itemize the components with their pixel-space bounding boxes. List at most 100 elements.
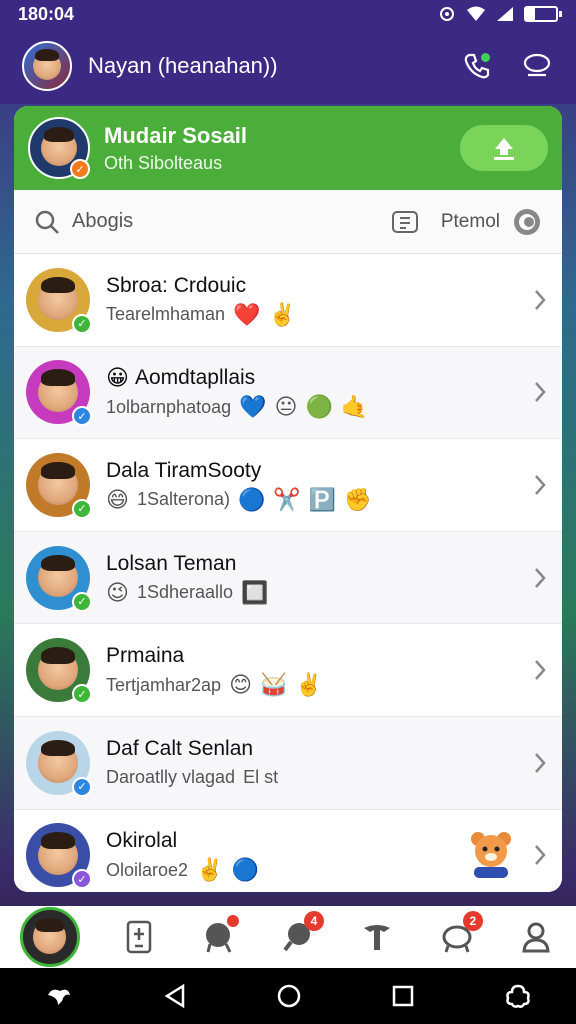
chats-notification-dot — [226, 915, 239, 927]
back-icon[interactable] — [163, 983, 187, 1009]
reaction-emoji-icon: 🔵 — [231, 857, 259, 883]
profile-avatar[interactable]: ✓ — [28, 117, 90, 179]
updates-badge: 2 — [462, 911, 483, 931]
chat-text: Sbroa: Crdouic Tearelmhaman ❤️ ✌️ — [106, 274, 524, 326]
bluetooth-icon — [440, 7, 454, 21]
chat-name: Daf Calt Senlan — [106, 737, 524, 761]
profile-subtitle: Oth Sibolteaus — [104, 152, 223, 173]
chat-avatar[interactable]: ✓ — [26, 638, 92, 705]
filter-label[interactable]: Ptemol — [441, 211, 500, 233]
chevron-right-icon[interactable] — [532, 843, 548, 867]
online-indicator — [481, 53, 490, 62]
status-icons — [438, 5, 562, 23]
chat-list-item[interactable]: ✓ Daf Calt Senlan Daroatlly vlagad El st — [14, 716, 562, 810]
chat-avatar[interactable]: ✓ — [26, 730, 92, 797]
verified-badge: ✓ — [72, 406, 92, 427]
nav-profile-avatar[interactable] — [19, 907, 80, 967]
chat-name: Dala TiramSooty — [106, 459, 524, 483]
chat-text: Okirolal Oloilaroe2 ✌️ 🔵 — [106, 829, 468, 881]
nav-discover[interactable] — [357, 917, 397, 957]
status-time: 180:04 — [18, 3, 75, 24]
chat-preview-text: 1Sdheraallo — [136, 582, 234, 603]
app-title: Nayan (heanahan)) — [88, 53, 278, 78]
chat-name: Sbroa: Crdouic — [106, 274, 524, 298]
chat-name-label: Dala TiramSooty — [106, 458, 262, 482]
chevron-right-icon[interactable] — [532, 473, 548, 497]
chat-list-item[interactable]: ✓ Okirolal Oloilaroe2 ✌️ 🔵 — [14, 809, 562, 892]
search-row: Abogis Ptemol — [14, 190, 562, 254]
preview-emoji-icon: 😄 — [106, 486, 129, 512]
profile-name: Mudair Sosail — [104, 122, 248, 148]
signal-icon — [497, 7, 513, 21]
nav-updates[interactable]: 2 — [437, 911, 483, 957]
upload-button[interactable] — [460, 125, 548, 171]
chat-name-label: Sbroa: Crdouic — [106, 273, 247, 297]
reaction-emoji-icon: 🔲 — [241, 579, 269, 605]
chevron-right-icon[interactable] — [532, 658, 548, 682]
chat-preview-suffix: El st — [243, 767, 279, 788]
home-icon[interactable] — [276, 983, 302, 1009]
nav-account[interactable] — [516, 917, 556, 957]
verified-badge: ✓ — [72, 313, 92, 334]
chat-preview: 😉 1Sdheraallo 🔲 — [106, 579, 524, 605]
chat-list-item[interactable]: ✓ Prmaina Tertjamhar2ap 😊 🥁 ✌️ — [14, 624, 562, 717]
profile-text: Mudair Sosail Oth Sibolteaus — [104, 123, 460, 174]
reaction-emoji-icon: ❤️ — [233, 301, 261, 327]
chat-preview: 1olbarnphatoag 💙 😐 🟢 🤙 — [106, 396, 524, 418]
nav-chats[interactable] — [199, 915, 239, 957]
call-button[interactable] — [460, 49, 494, 83]
chat-list-item[interactable]: ✓ Dala TiramSooty 😄 1Salterona) 🔵 ✂️ 🅿️ ✊ — [14, 439, 562, 532]
mascot-sticker-icon[interactable] — [468, 829, 514, 881]
chat-avatar[interactable]: ✓ — [26, 452, 92, 519]
profile-status-badge: ✓ — [70, 159, 90, 179]
chat-list-item[interactable]: ✓ 😀 Aomdtapllais 1olbarnphatoag 💙 😐 🟢 🤙 — [14, 346, 562, 440]
chat-avatar[interactable]: ✓ — [26, 823, 92, 890]
reaction-emoji-icon: 🅿️ — [308, 486, 337, 512]
bottom-nav: 4 2 — [0, 906, 576, 968]
reaction-emoji-icon: 😐 — [274, 394, 298, 420]
chat-bubble-button[interactable] — [520, 49, 554, 83]
chat-text: Prmaina Tertjamhar2ap 😊 🥁 ✌️ — [106, 644, 524, 696]
search-icon — [35, 210, 59, 234]
assistant-icon[interactable] — [44, 983, 74, 1009]
chat-list: ✓ Sbroa: Crdouic Tearelmhaman ❤️ ✌️ ✓ 😀 Aomdtap… — [14, 254, 562, 892]
verified-badge: ✓ — [72, 591, 92, 612]
chat-avatar[interactable]: ✓ — [26, 360, 92, 427]
chat-name: Prmaina — [106, 644, 524, 668]
chat-list-item[interactable]: ✓ Sbroa: Crdouic Tearelmhaman ❤️ ✌️ — [14, 254, 562, 347]
chat-name: Lolsan Teman — [106, 552, 524, 576]
recents-icon[interactable] — [391, 984, 415, 1008]
preview-emoji-icon: 😉 — [106, 579, 129, 605]
nav-contacts[interactable] — [119, 917, 159, 957]
chevron-right-icon[interactable] — [532, 751, 548, 775]
search-input[interactable]: Abogis — [72, 210, 391, 233]
chat-name-label: Lolsan Teman — [106, 551, 237, 575]
chat-text: 😀 Aomdtapllais 1olbarnphatoag 💙 😐 🟢 🤙 — [106, 366, 524, 418]
app-bar-avatar[interactable] — [22, 41, 72, 91]
chat-preview-text: Tertjamhar2ap — [106, 674, 222, 695]
status-bar: 180:04 — [0, 0, 576, 28]
upload-icon — [494, 138, 514, 160]
chat-name-label: Daf Calt Senlan — [106, 737, 254, 761]
chat-avatar[interactable]: ✓ — [26, 545, 92, 612]
verified-badge: ✓ — [72, 684, 92, 705]
chat-preview-text: Tearelmhaman — [106, 304, 226, 325]
chat-name-label: Okirolal — [106, 829, 178, 853]
chevron-right-icon[interactable] — [532, 288, 548, 312]
chat-bubble-icon — [523, 53, 551, 77]
chat-preview-text: 1Salterona) — [136, 489, 230, 510]
chat-preview-text: Daroatlly vlagad — [106, 767, 236, 788]
chat-preview: Oloilaroe2 ✌️ 🔵 — [106, 859, 468, 881]
reaction-emoji-icon: ✂️ — [273, 486, 301, 512]
system-nav — [0, 968, 576, 1024]
chat-list-item[interactable]: ✓ Lolsan Teman 😉 1Sdheraallo 🔲 — [14, 531, 562, 625]
nav-calls[interactable]: 4 — [278, 911, 324, 957]
filter-toggle-icon[interactable] — [512, 207, 542, 237]
qr-scan-icon[interactable] — [391, 209, 419, 235]
chat-avatar[interactable]: ✓ — [26, 267, 92, 334]
shortcuts-icon[interactable] — [504, 982, 532, 1010]
chat-preview: 😄 1Salterona) 🔵 ✂️ 🅿️ ✊ — [106, 486, 524, 512]
chevron-right-icon[interactable] — [532, 566, 548, 590]
chevron-right-icon[interactable] — [532, 380, 548, 404]
chat-name: Okirolal — [106, 829, 468, 853]
